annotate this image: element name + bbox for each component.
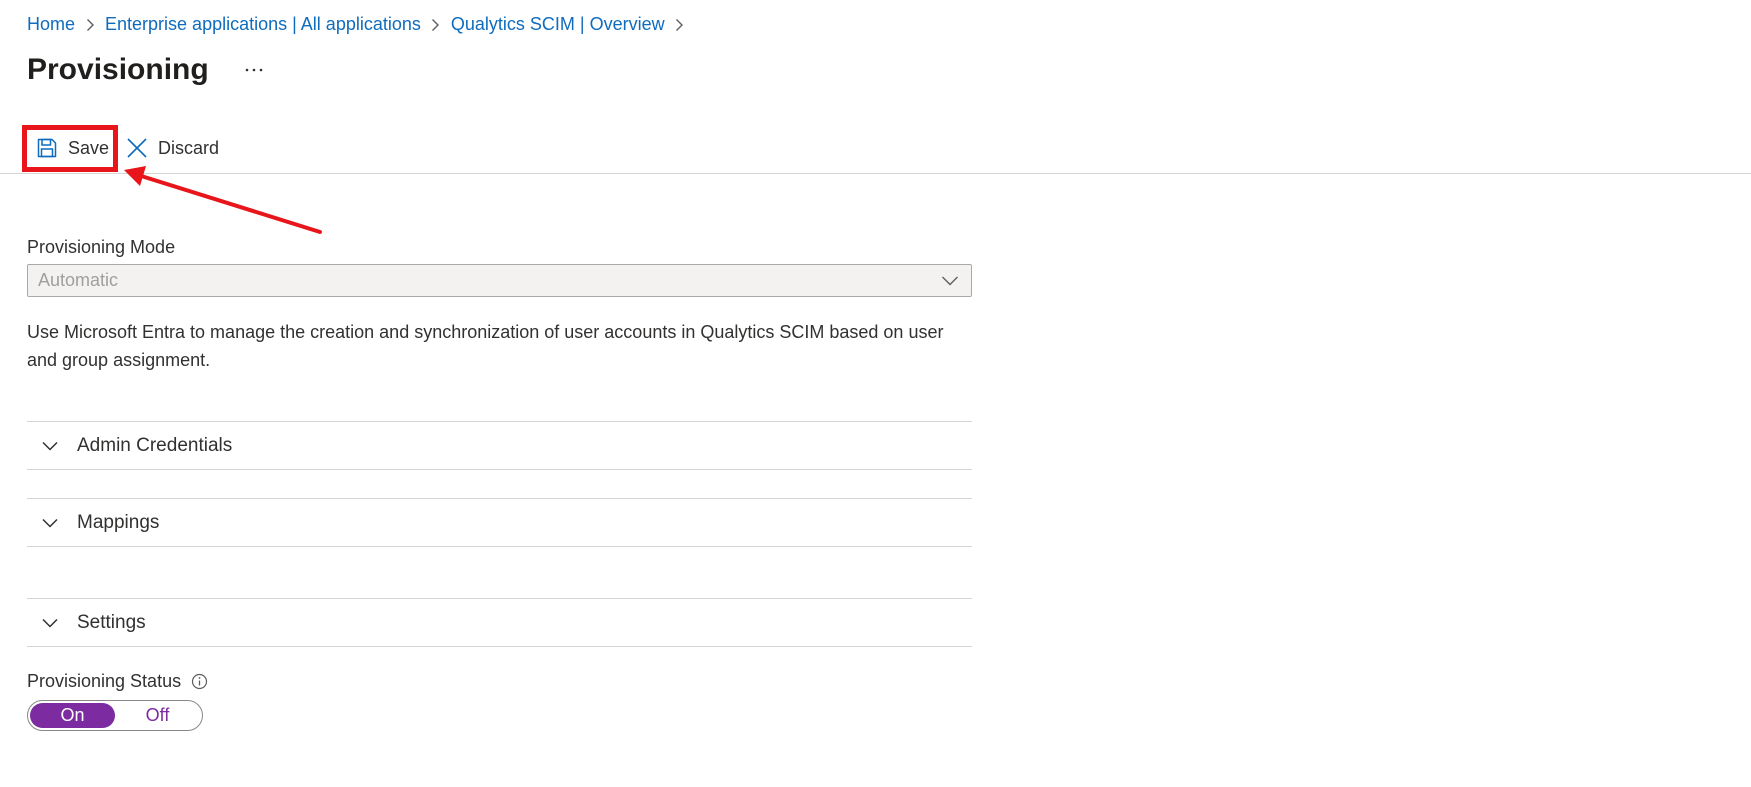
section-mappings[interactable]: Mappings — [27, 498, 972, 547]
toggle-off-option[interactable]: Off — [115, 703, 200, 728]
section-settings[interactable]: Settings — [27, 598, 972, 647]
section-mappings-label: Mappings — [77, 511, 160, 533]
chevron-right-icon — [75, 14, 105, 35]
annotation-highlight-box — [22, 125, 118, 172]
breadcrumb-app-overview[interactable]: Qualytics SCIM | Overview — [451, 14, 665, 35]
section-admin-credentials-label: Admin Credentials — [77, 434, 233, 456]
chevron-down-icon — [41, 614, 63, 632]
annotation-arrow — [124, 166, 322, 234]
breadcrumb-home[interactable]: Home — [27, 14, 75, 35]
provisioning-mode-value: Automatic — [38, 270, 119, 290]
breadcrumb: Home Enterprise applications | All appli… — [27, 12, 695, 36]
section-admin-credentials[interactable]: Admin Credentials — [27, 421, 972, 470]
provisioning-status-row: Provisioning Status — [27, 671, 208, 692]
provisioning-mode-dropdown[interactable]: Automatic — [27, 264, 972, 297]
chevron-right-icon — [421, 14, 451, 35]
chevron-right-icon — [665, 14, 695, 35]
discard-label: Discard — [158, 137, 220, 158]
chevron-down-icon — [941, 272, 959, 295]
provisioning-description: Use Microsoft Entra to manage the creati… — [27, 322, 944, 370]
section-settings-label: Settings — [77, 611, 146, 633]
toggle-on-option[interactable]: On — [30, 703, 115, 728]
chevron-down-icon — [41, 437, 63, 455]
chevron-down-icon — [41, 514, 63, 532]
info-icon[interactable] — [191, 673, 208, 690]
page-title: Provisioning — [27, 53, 209, 86]
breadcrumb-enterprise-apps[interactable]: Enterprise applications | All applicatio… — [105, 14, 421, 35]
provisioning-status-toggle: On Off — [27, 700, 203, 731]
provisioning-mode-label: Provisioning Mode — [27, 237, 176, 257]
provisioning-status-label: Provisioning Status — [27, 671, 182, 691]
more-icon[interactable] — [240, 56, 268, 84]
close-icon — [126, 137, 148, 159]
